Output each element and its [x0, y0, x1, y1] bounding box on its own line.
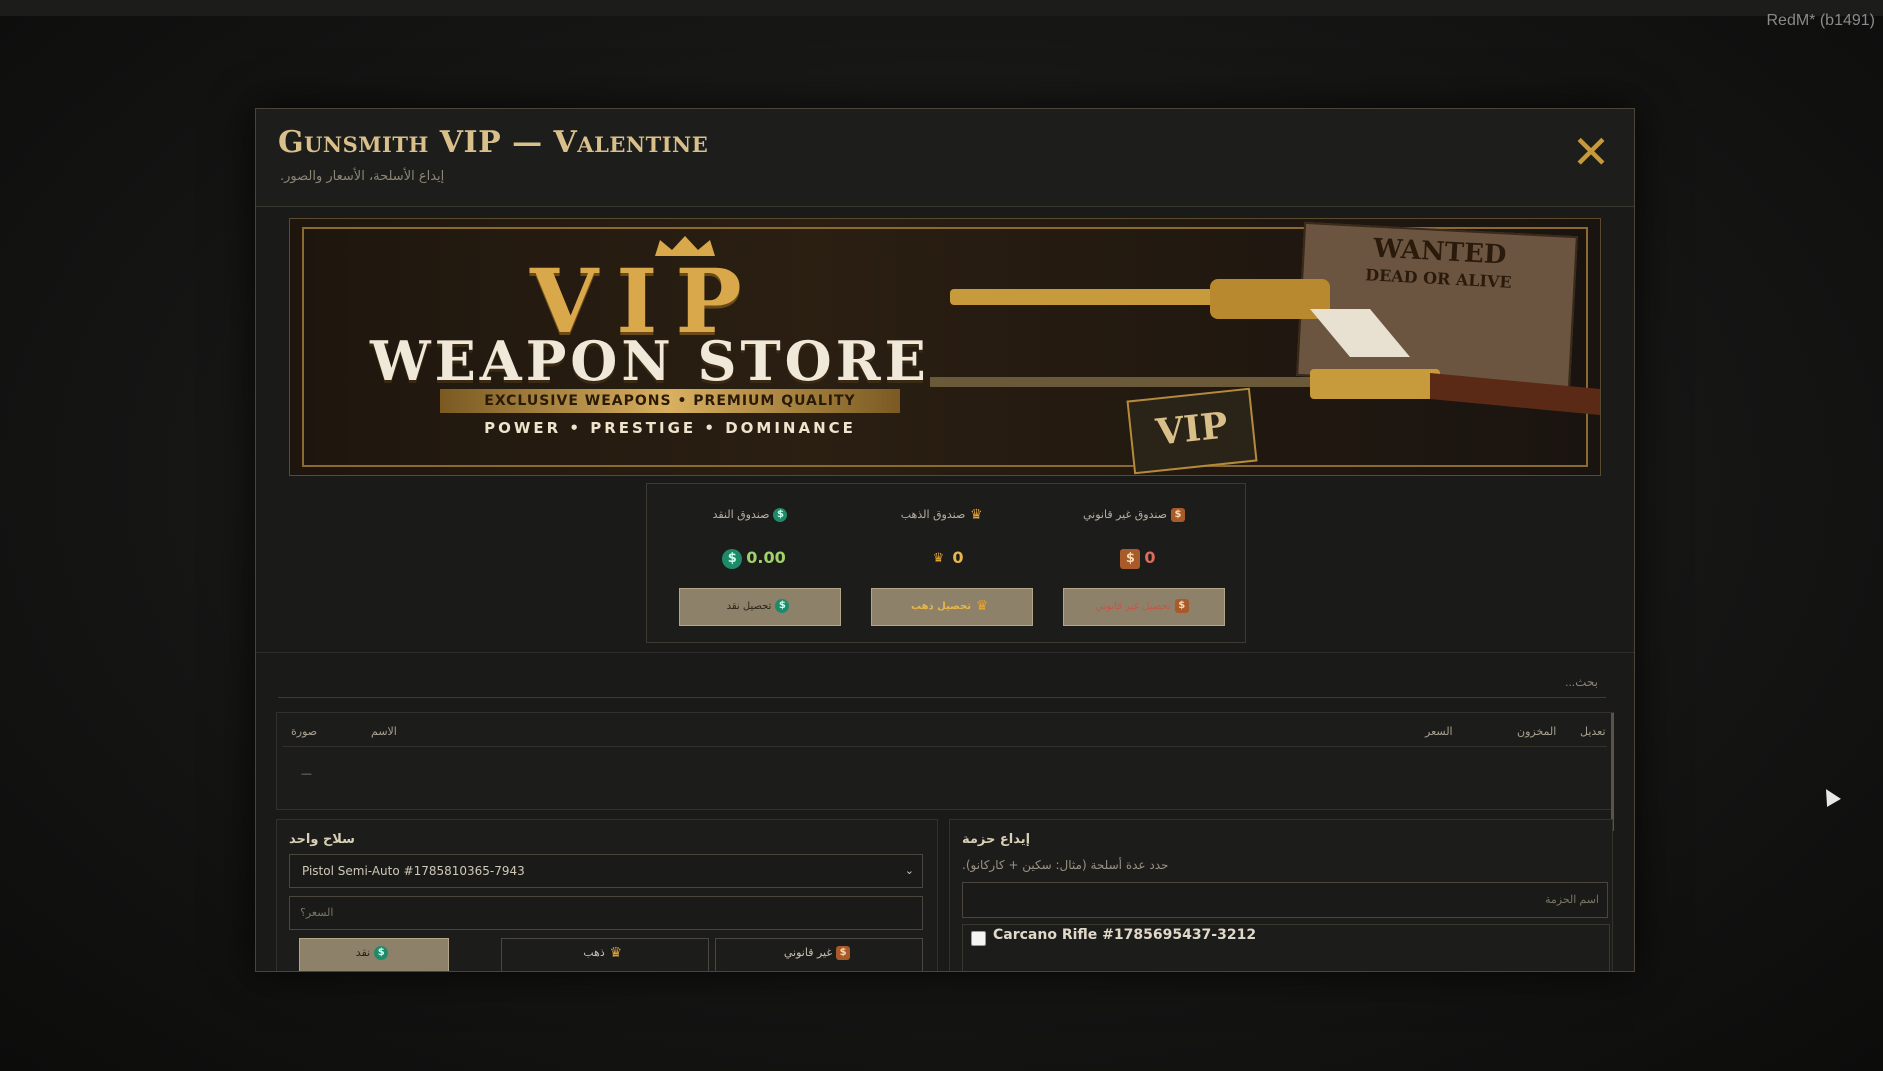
gold-icon: ♛: [975, 598, 989, 614]
dollar-icon: $: [722, 548, 743, 569]
collect-gold-button[interactable]: ♛ تحصيل ذهب: [871, 588, 1033, 626]
illegal-fund-label: $ صندوق غير قانوني: [1041, 508, 1231, 522]
close-button[interactable]: ✕: [1570, 129, 1612, 175]
price-gold-button[interactable]: ♛ ذهب: [501, 938, 709, 971]
gold-fund-label-text: صندوق الذهب: [900, 508, 966, 521]
bundle-item-label: Carcano Rifle #1785695437-3212: [993, 927, 1257, 943]
collect-cash-label: تحصيل نقد: [726, 601, 772, 612]
illegal-fund-label-text: صندوق غير قانوني: [1083, 508, 1167, 521]
money-bag-icon: $: [1174, 599, 1189, 613]
section-divider: [256, 652, 1634, 653]
modal-title: Gunsmith VIP — Valentine: [278, 125, 709, 160]
collect-illegal-label: تحصيل غير قانوني: [1095, 601, 1171, 612]
banner-store-text: WEAPON STORE: [370, 329, 930, 393]
header-name: الاسم: [371, 725, 397, 738]
illegal-fund-value: 0: [1144, 548, 1156, 567]
money-bag-icon: $: [1171, 508, 1185, 522]
header-edit: تعديل: [1580, 725, 1606, 738]
dollar-icon: $: [374, 946, 389, 960]
bundle-name-input[interactable]: [962, 882, 1608, 918]
bundle-item-checkbox[interactable]: [971, 931, 986, 946]
gold-fund: ♛صندوق الذهب ♛ 0 ♛تحصيل ذهب: [849, 484, 1039, 642]
banner-badge: VIP: [1126, 387, 1258, 475]
collect-illegal-button[interactable]: $تحصيل غير قانوني: [1063, 588, 1225, 626]
header-price: السعر: [1425, 725, 1453, 738]
weapon-select-value: Pistol Semi-Auto #1785810365-7943: [302, 864, 525, 878]
bundle-description: حدد عدة أسلحة (مثال: سكين + كاركانو).: [962, 858, 1169, 872]
bundle-title: إيداع حزمة: [962, 832, 1031, 847]
bundle-panel: إيداع حزمة حدد عدة أسلحة (مثال: سكين + ك…: [949, 819, 1613, 971]
cash-fund-value: 0.00: [746, 548, 786, 567]
gold-fund-label: ♛ صندوق الذهب: [849, 508, 1039, 522]
header-divider: [283, 746, 1607, 747]
dollar-icon: $: [775, 599, 790, 613]
gunsmith-modal: Gunsmith VIP — Valentine إيداع الأسلحة، …: [255, 108, 1635, 972]
single-weapon-title: سلاح واحد: [289, 832, 355, 847]
price-cash-label: نقد: [355, 946, 371, 959]
header-stock: المخزون: [1517, 725, 1557, 738]
weapons-table: صورة الاسم السعر المخزون تعديل —: [276, 712, 1614, 831]
revolver-image: [950, 279, 1410, 357]
price-input[interactable]: [289, 896, 923, 930]
money-bag-icon: $: [1120, 548, 1141, 569]
cash-fund-value-row: $0.00: [657, 548, 847, 569]
price-illegal-label: غير قانوني: [783, 946, 833, 959]
gold-icon: ♛: [970, 507, 983, 523]
mouse-cursor-icon: [1819, 785, 1841, 807]
banner-ribbon: EXCLUSIVE WEAPONS • PREMIUM QUALITY: [440, 389, 900, 413]
funds-panel: $صندوق النقد $0.00 $تحصيل نقد ♛صندوق الذ…: [646, 483, 1246, 643]
table-scrollbar[interactable]: [1611, 713, 1614, 831]
header-image: صورة: [291, 725, 318, 738]
top-strip: [0, 0, 1883, 16]
vip-banner: VIP WEAPON STORE EXCLUSIVE WEAPONS • PRE…: [289, 218, 1601, 476]
money-bag-icon: $: [836, 946, 851, 960]
single-weapon-panel: سلاح واحد Pistol Semi-Auto #1785810365-7…: [276, 819, 938, 971]
table-row: —: [301, 767, 312, 780]
modal-header: Gunsmith VIP — Valentine إيداع الأسلحة، …: [256, 109, 1634, 207]
bundle-weapon-list: Carcano Rifle #1785695437-3212: [962, 924, 1610, 971]
gold-icon: ♛: [932, 550, 945, 566]
gold-fund-value-row: ♛ 0: [849, 548, 1039, 569]
gold-fund-value: 0: [952, 548, 964, 567]
modal-subtitle: إيداع الأسلحة، الأسعار والصور.: [280, 169, 445, 184]
dollar-icon: $: [773, 508, 788, 522]
collect-cash-button[interactable]: $تحصيل نقد: [679, 588, 841, 626]
collect-gold-label: تحصيل ذهب: [911, 601, 971, 612]
build-label: RedM* (b1491): [1766, 12, 1876, 29]
price-illegal-button[interactable]: $غير قانوني: [715, 938, 923, 971]
search-input[interactable]: [278, 666, 1606, 698]
gold-icon: ♛: [609, 945, 623, 961]
weapon-select[interactable]: Pistol Semi-Auto #1785810365-7943 ⌄: [289, 854, 923, 888]
cash-fund-label: $صندوق النقد: [657, 508, 847, 522]
rifle-image: [930, 369, 1600, 415]
price-cash-button[interactable]: $نقد: [299, 938, 449, 971]
cash-fund-label-text: صندوق النقد: [712, 508, 770, 521]
chevron-down-icon: ⌄: [904, 864, 914, 877]
banner-tagline: POWER • PRESTIGE • DOMINANCE: [484, 419, 856, 437]
illegal-fund-value-row: $0: [1041, 548, 1231, 569]
price-gold-label: ذهب: [583, 946, 605, 959]
illegal-fund: $صندوق غير قانوني $0 $تحصيل غير قانوني: [1041, 484, 1231, 642]
cash-fund: $صندوق النقد $0.00 $تحصيل نقد: [657, 484, 847, 642]
